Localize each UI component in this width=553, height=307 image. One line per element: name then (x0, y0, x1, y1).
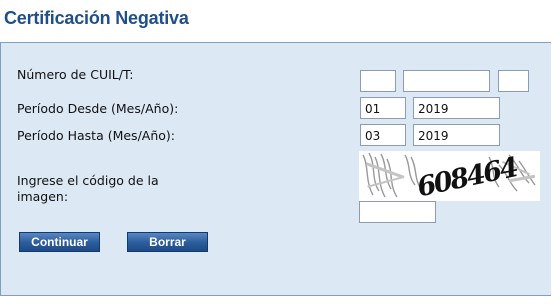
desde-anio-input[interactable]: 2019 (413, 97, 500, 119)
cuil-label: Número de CUIL/T: (17, 67, 134, 82)
captcha-image: 608464 (359, 151, 540, 203)
cuil-prefix-input[interactable] (360, 70, 396, 92)
page-title: Certificación Negativa (4, 8, 189, 28)
continuar-button[interactable]: Continuar (19, 232, 100, 252)
cuil-check-digit-input[interactable] (498, 70, 529, 92)
hasta-anio-input[interactable]: 2019 (413, 124, 500, 146)
cuil-number-input[interactable] (403, 70, 490, 92)
captcha-label: Ingrese el código de la imagen: (17, 173, 159, 204)
hasta-mes-input[interactable]: 03 (360, 124, 406, 146)
captcha-input[interactable] (359, 201, 436, 223)
borrar-button[interactable]: Borrar (127, 232, 208, 252)
periodo-hasta-label: Período Hasta (Mes/Año): (17, 128, 175, 143)
captcha-noise-graphic: 608464 (362, 152, 536, 203)
periodo-desde-label: Período Desde (Mes/Año): (17, 101, 179, 116)
desde-mes-input[interactable]: 01 (360, 97, 406, 119)
captcha-code: 608464 (414, 152, 520, 201)
